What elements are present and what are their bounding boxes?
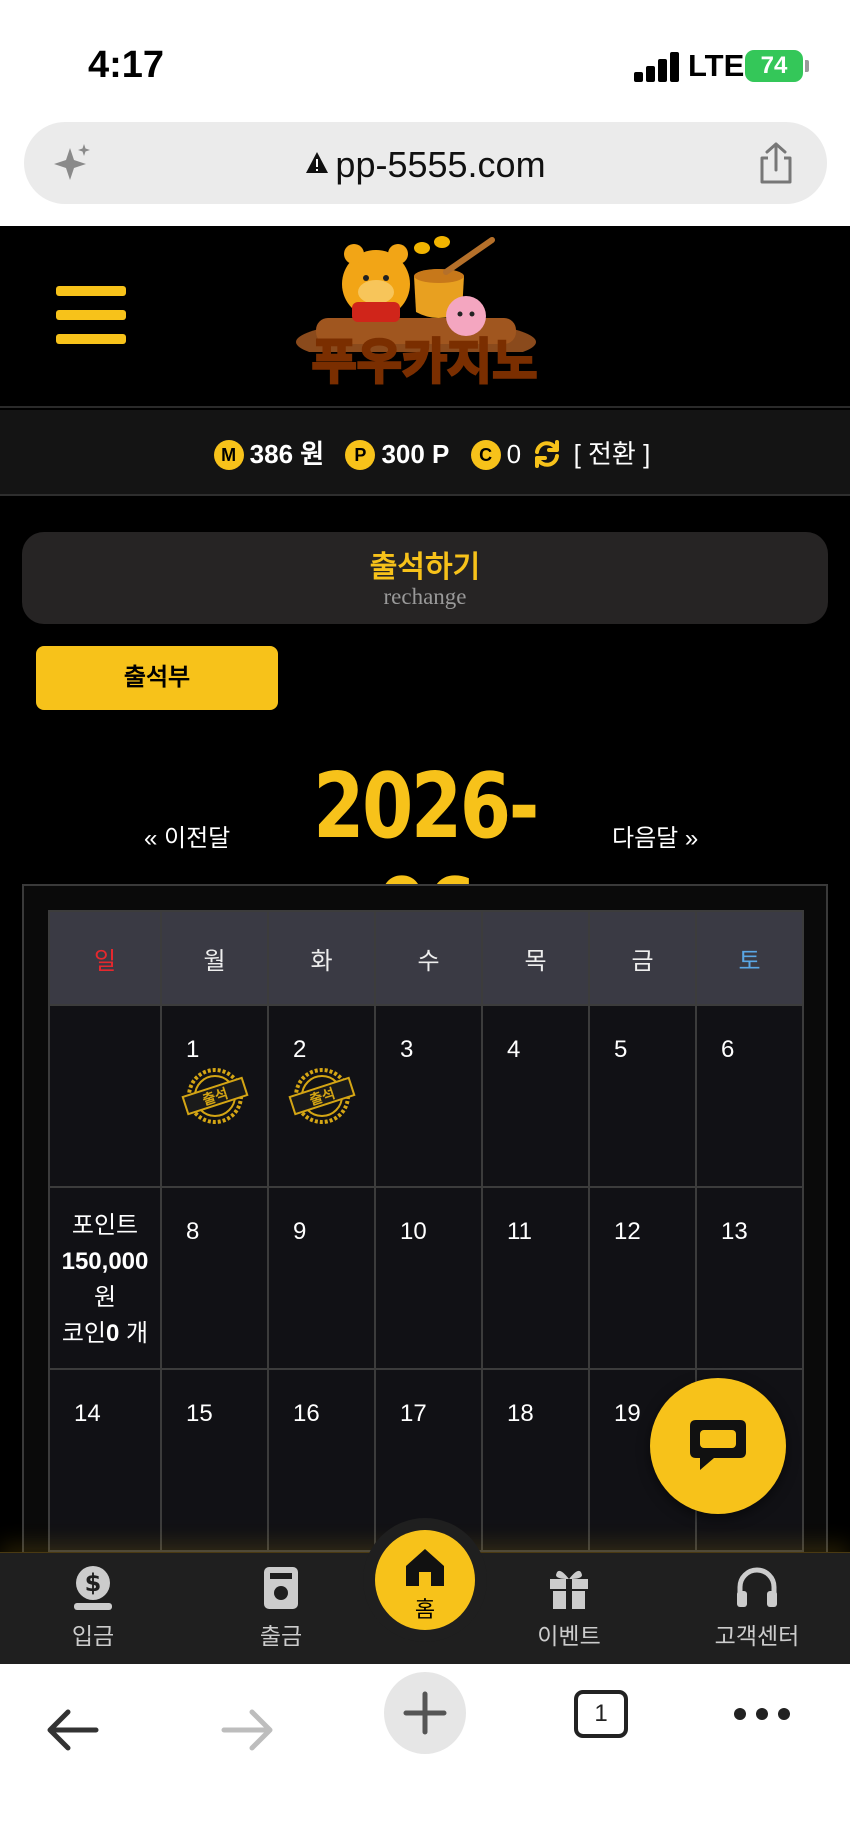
share-icon[interactable] [752, 140, 800, 188]
weekday-sun: 일 [50, 912, 160, 1004]
calendar-day[interactable]: 6 [697, 1006, 802, 1186]
balance-bar: M 386 원 P 300 P C0 [ 전환 ] [0, 410, 850, 496]
refresh-icon[interactable] [532, 439, 562, 469]
nav-deposit[interactable]: $ 입금 [28, 1563, 158, 1651]
battery-icon: 74 [745, 50, 803, 82]
money-coin-icon: M [213, 440, 244, 470]
point-balance: 300 P [381, 439, 450, 469]
site-header: 푸우카지노 [0, 226, 850, 408]
more-icon[interactable] [734, 1708, 790, 1720]
weekday-header-row: 일 월 화 수 목 금 토 [50, 912, 802, 1004]
browser-toolbar: 1 [0, 1664, 850, 1841]
withdraw-icon [264, 1567, 298, 1609]
network-label: LTE [688, 48, 745, 83]
nav-withdraw[interactable]: 출금 [216, 1563, 346, 1651]
calendar-day[interactable]: 15 [162, 1370, 267, 1550]
forward-icon[interactable] [220, 1708, 276, 1752]
nav-deposit-label: 입금 [71, 1623, 115, 1649]
day-number: 2 [293, 1036, 307, 1063]
c-coin-icon: C [470, 440, 501, 470]
nav-support[interactable]: 고객센터 [692, 1563, 822, 1651]
headset-icon [737, 1567, 777, 1607]
weekday-tue: 화 [269, 912, 374, 1004]
week-reward-summary: 포인트 150,000 원 코인0 개 [50, 1188, 160, 1368]
attendance-stamp-icon: 출석 [288, 1068, 356, 1124]
weekday-thu: 목 [483, 912, 588, 1004]
chat-button[interactable] [650, 1378, 786, 1514]
nav-home[interactable]: 홈 [375, 1530, 475, 1630]
calendar-day[interactable]: 14 [50, 1370, 160, 1550]
reward-coin-label: 코인 [61, 1320, 107, 1347]
status-bar: 4:17 LTE 74 [0, 0, 850, 120]
url-text[interactable]: pp-5555.com [24, 144, 827, 186]
new-tab-button[interactable] [384, 1672, 466, 1754]
day-number: 1 [186, 1036, 200, 1063]
money-balance: 386 원 [249, 439, 325, 469]
weekday-fri: 금 [590, 912, 695, 1004]
page-title-box: 출석하기 rechange [22, 532, 828, 624]
attendance-book-button[interactable]: 출석부 [36, 646, 278, 710]
svg-text:$: $ [85, 1569, 102, 1597]
reward-coin-unit: 개 [126, 1320, 149, 1347]
weekday-wed: 수 [376, 912, 481, 1004]
nav-home-label: 홈 [414, 1597, 436, 1622]
plus-icon [403, 1691, 447, 1735]
chat-icon [690, 1420, 746, 1470]
nav-event-label: 이벤트 [537, 1623, 601, 1649]
calendar-day[interactable]: 18 [483, 1370, 588, 1550]
calendar-day[interactable]: 11 [483, 1188, 588, 1368]
site-logo[interactable]: 푸우카지노 [296, 232, 554, 402]
calendar-day[interactable]: 8 [162, 1188, 267, 1368]
reward-point-value: 150,000 [61, 1248, 149, 1275]
calendar-week-row: 포인트 150,000 원 코인0 개 8 9 10 11 12 13 [50, 1188, 802, 1368]
calendar-day[interactable]: 9 [269, 1188, 374, 1368]
calendar-day[interactable]: 4 [483, 1006, 588, 1186]
url-bar[interactable]: pp-5555.com [24, 122, 827, 204]
signal-icon [634, 52, 680, 82]
nav-event[interactable]: 이벤트 [504, 1563, 634, 1651]
nav-support-label: 고객센터 [714, 1623, 800, 1649]
calendar-day[interactable]: 17 [376, 1370, 481, 1550]
stamp-text: 출석 [307, 1085, 337, 1109]
reward-coin-line: 코인0 개 [50, 1316, 160, 1352]
back-icon[interactable] [44, 1708, 100, 1752]
point-coin-icon: P [345, 440, 376, 470]
deposit-icon: $ [74, 1566, 112, 1610]
calendar-day[interactable]: 3 [376, 1006, 481, 1186]
status-time: 4:17 [88, 44, 165, 86]
page-subtitle: rechange [383, 584, 467, 609]
attendance-stamp-icon: 출석 [181, 1068, 249, 1124]
convert-link[interactable]: [ 전환 ] [574, 439, 651, 469]
warning-icon [306, 152, 329, 173]
reward-point-unit: 원 [93, 1284, 117, 1311]
weekday-sat: 토 [697, 912, 802, 1004]
coin-balance: 0 [506, 439, 522, 469]
browser-url-area: pp-5555.com [0, 120, 850, 226]
calendar-week-row: 1 출석 2 출석 3 4 5 6 [50, 1006, 802, 1186]
battery-tip [805, 60, 809, 72]
stamp-text: 출석 [200, 1085, 230, 1109]
prev-month-link[interactable]: « 이전달 [144, 818, 230, 853]
menu-icon[interactable] [56, 286, 126, 346]
tabs-button[interactable]: 1 [574, 1690, 628, 1738]
logo-text: 푸우카지노 [311, 333, 539, 392]
next-month-link[interactable]: 다음달 » [612, 818, 698, 853]
calendar-day[interactable]: 16 [269, 1370, 374, 1550]
nav-withdraw-label: 출금 [259, 1623, 303, 1649]
calendar-day[interactable]: 12 [590, 1188, 695, 1368]
weekday-mon: 월 [162, 912, 267, 1004]
calendar-day[interactable]: 2 출석 [269, 1006, 374, 1186]
home-icon [406, 1549, 444, 1586]
calendar-day[interactable]: 5 [590, 1006, 695, 1186]
reward-point-label: 포인트 [71, 1212, 139, 1239]
month-navigation: « 이전달 2026-06 다음달 » [0, 752, 850, 964]
gift-icon [550, 1570, 588, 1609]
url-label: pp-5555.com [335, 144, 546, 185]
reward-coin-value: 0 [106, 1320, 120, 1347]
calendar-day[interactable]: 10 [376, 1188, 481, 1368]
calendar-day[interactable]: 13 [697, 1188, 802, 1368]
calendar-day-empty [50, 1006, 160, 1186]
calendar-day[interactable]: 1 출석 [162, 1006, 267, 1186]
page-title: 출석하기 [369, 551, 481, 584]
